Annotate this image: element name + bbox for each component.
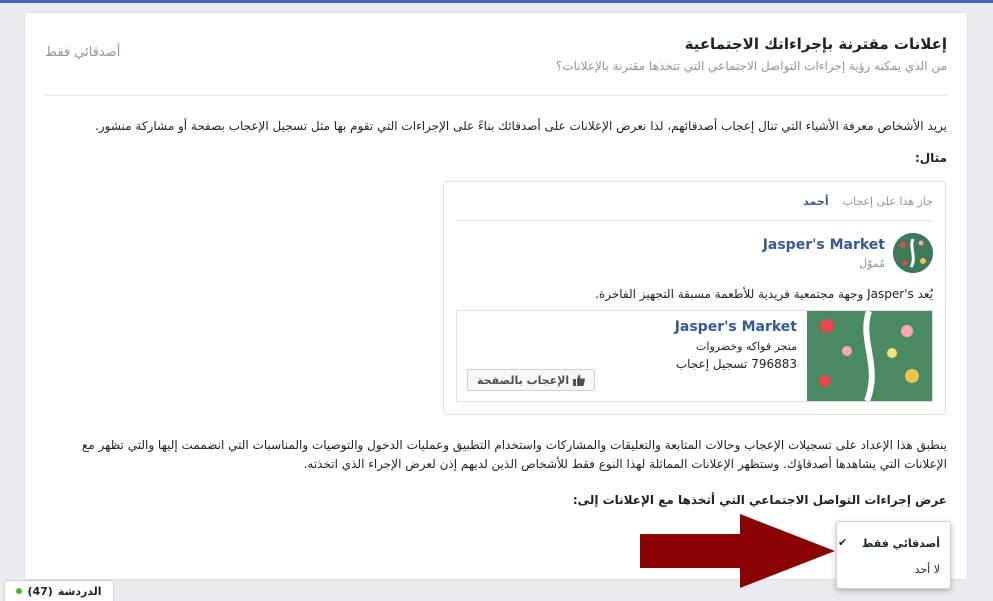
- page-card[interactable]: Jasper's Market متجر فواكه وخضروات 79688…: [456, 310, 933, 402]
- likes-count: 796883: [751, 357, 797, 371]
- like-page-button[interactable]: الإعجاب بالصفحة: [467, 369, 596, 391]
- audience-question: عرض إجراءات التواصل الاجتماعي التي أتخذه…: [572, 493, 947, 507]
- post-text: يُعد Jasper's وجهة مجتمعية فريدية للأطعم…: [595, 287, 933, 301]
- option-no-one[interactable]: لا أحد: [915, 563, 940, 576]
- section-title: إعلانات مقترنة بإجراءاتك الاجتماعية: [684, 35, 947, 53]
- current-setting-value[interactable]: أصدقائي فقط: [45, 45, 120, 60]
- like-button-label: الإعجاب بالصفحة: [477, 373, 570, 387]
- intro-text: يريد الأشخاص معرفة الأشياء التي تنال إعج…: [95, 119, 947, 133]
- page-name-link[interactable]: Jasper's Market: [763, 237, 885, 253]
- divider: [45, 95, 947, 96]
- section-subtitle: من الذي يمكنه رؤية إجراءات التواصل الاجت…: [555, 59, 947, 73]
- chat-label: الدردشة: [57, 584, 102, 598]
- ad-preview: حاز هذا على إعجاب أحمد Jasper's Market م…: [443, 181, 946, 415]
- example-label: مثال:: [914, 151, 947, 165]
- chat-count: (47): [27, 584, 53, 598]
- page-cover-image: [807, 311, 932, 401]
- likes-label: تسجيل إعجاب: [675, 357, 748, 371]
- online-status-icon: [16, 588, 23, 594]
- top-accent-bar: [0, 0, 993, 3]
- chat-tab[interactable]: الدردشة (47): [4, 580, 114, 601]
- checkmark-icon: ✔: [838, 536, 848, 549]
- page-avatar[interactable]: [893, 233, 933, 273]
- option-friends-only[interactable]: أصدقائي فقط: [862, 537, 940, 550]
- red-arrow-annotation: [640, 514, 835, 588]
- card-page-name[interactable]: Jasper's Market: [675, 319, 797, 335]
- sponsored-label: مُموّل: [859, 257, 885, 270]
- card-likes: 796883 تسجيل إعجاب: [676, 357, 797, 371]
- setting-explanation: ينطبق هذا الإعداد على تسجيلات الإعجاب وح…: [81, 438, 947, 471]
- social-context-text: حاز هذا على إعجاب: [842, 195, 933, 208]
- audience-dropdown: ✔ أصدقائي فقط لا أحد: [836, 521, 951, 589]
- card-category: متجر فواكه وخضروات: [696, 340, 797, 353]
- divider: [456, 220, 933, 221]
- friend-name-link[interactable]: أحمد: [803, 195, 828, 208]
- social-context: حاز هذا على إعجاب أحمد: [803, 195, 933, 208]
- settings-panel: إعلانات مقترنة بإجراءاتك الاجتماعية من ا…: [24, 12, 968, 589]
- thumbs-up-icon: [573, 374, 586, 386]
